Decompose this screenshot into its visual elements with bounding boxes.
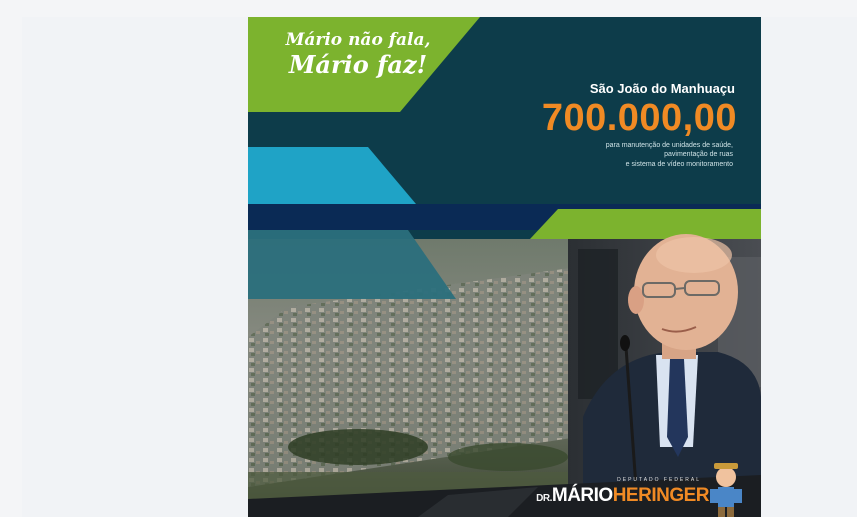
campaign-poster-image: Mário não fala, Mário faz! São João do M… [248, 17, 761, 517]
brand-logo: DR.MÁRIOHERINGER [536, 485, 709, 507]
page: Mário não fala, Mário faz! São João do M… [0, 0, 857, 517]
brand-subtitle: DEPUTADO FEDERAL [617, 477, 701, 483]
amount-description: para manutenção de unidades de saúde, pa… [503, 141, 733, 169]
brand-first-name: MÁRIO [551, 485, 613, 506]
city-name: São João do Manhuaçu [589, 81, 735, 96]
brand-last-name: HERINGER [612, 485, 710, 506]
description-line: para manutenção de unidades de saúde, [605, 142, 733, 149]
amount-value: 700.000,00 [541, 97, 737, 139]
brand-prefix: DR. [536, 493, 552, 504]
slogan-line-2: Mário faz! [288, 49, 428, 79]
green-stripe [530, 209, 761, 239]
description-line: e sistema de vídeo monitoramento [625, 160, 733, 168]
description-line: pavimentação de ruas [664, 151, 733, 159]
slogan-line-1: Mário não fala, [285, 30, 431, 50]
slogan-text: Mário não fala, Mário faz! [258, 30, 458, 79]
